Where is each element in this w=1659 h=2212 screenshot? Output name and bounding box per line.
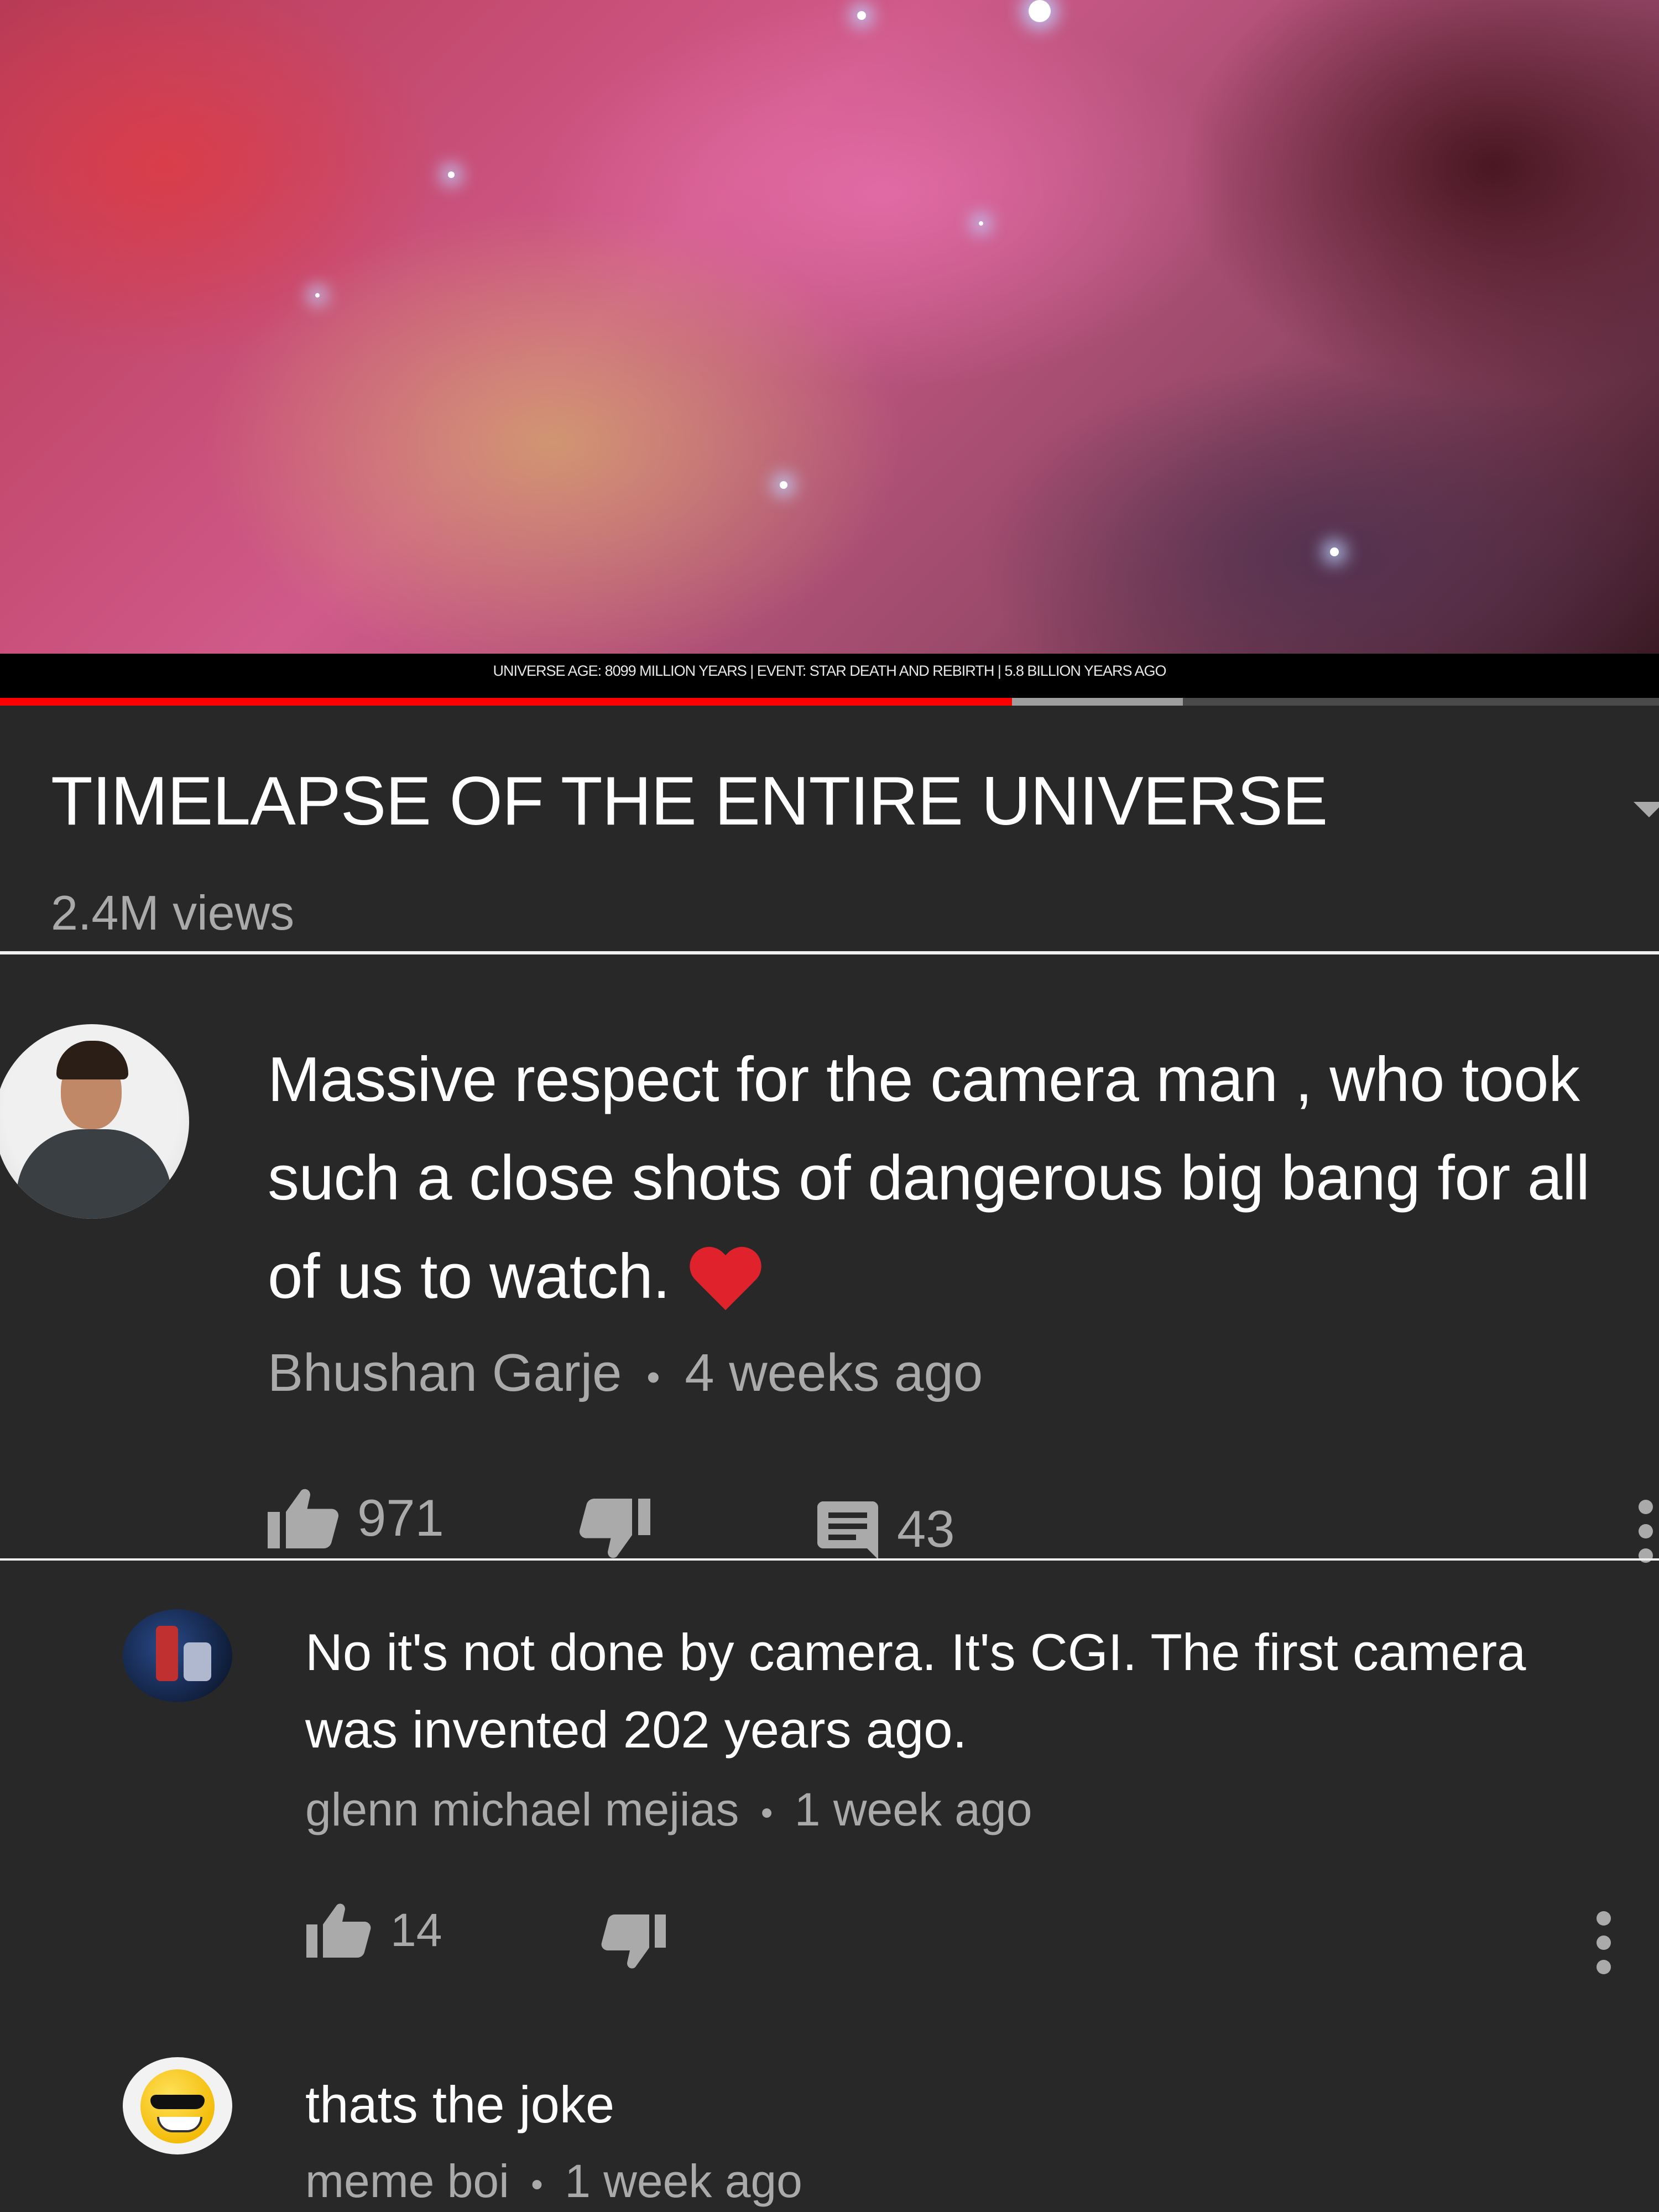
video-caption-bar: UNIVERSE AGE: 8099 MILLION YEARS | EVENT… xyxy=(0,654,1659,698)
comment-time: 4 weeks ago xyxy=(685,1343,983,1402)
heart-emoji-icon xyxy=(687,1248,764,1314)
like-button[interactable]: 14 xyxy=(305,1902,442,1958)
comment-meta: Bhushan Garje • 4 weeks ago xyxy=(268,1343,983,1404)
comment-time: 1 week ago xyxy=(565,2155,802,2207)
expand-triangle-icon[interactable] xyxy=(1634,802,1659,817)
video-title: TIMELAPSE OF THE ENTIRE UNIVERSE xyxy=(51,763,1328,839)
video-star xyxy=(1029,0,1051,22)
like-count: 971 xyxy=(357,1489,444,1547)
divider xyxy=(0,951,1659,954)
video-star xyxy=(979,221,983,226)
more-vert-icon[interactable] xyxy=(1593,1911,1615,1984)
thumbs-up-icon xyxy=(306,1903,371,1958)
comment-meta: meme boi • 1 week ago xyxy=(305,2154,802,2208)
comment-author[interactable]: glenn michael mejias xyxy=(305,1783,739,1835)
reply-text: No it's not done by camera. It's CGI. Th… xyxy=(305,1623,1526,1759)
dislike-button[interactable] xyxy=(598,1914,667,1970)
video-player[interactable] xyxy=(0,0,1659,654)
like-count: 14 xyxy=(390,1903,442,1956)
comment-meta: glenn michael mejias • 1 week ago xyxy=(305,1783,1032,1837)
avatar[interactable] xyxy=(123,1609,232,1702)
meta-separator: • xyxy=(760,1794,773,1833)
comment-time: 1 week ago xyxy=(794,1783,1032,1835)
video-caption: UNIVERSE AGE: 8099 MILLION YEARS | EVENT… xyxy=(493,662,1167,679)
comment-author[interactable]: meme boi xyxy=(305,2155,509,2207)
divider xyxy=(0,1558,1659,1561)
meta-separator: • xyxy=(646,1355,660,1399)
comment-text: Massive respect for the camera man , who… xyxy=(268,1045,1590,1312)
progress-bar[interactable] xyxy=(0,698,1659,706)
avatar[interactable] xyxy=(123,2057,232,2154)
comment-icon xyxy=(817,1501,878,1559)
video-star xyxy=(1330,547,1339,556)
like-button[interactable]: 971 xyxy=(268,1488,444,1548)
meta-separator: • xyxy=(531,2166,543,2204)
avatar[interactable] xyxy=(0,1024,189,1219)
more-vert-icon[interactable] xyxy=(1635,1500,1657,1573)
progress-played xyxy=(0,698,1012,706)
thumbs-down-icon xyxy=(601,1914,666,1969)
dislike-button[interactable] xyxy=(577,1499,650,1559)
thumbs-down-icon xyxy=(579,1499,650,1558)
video-star xyxy=(780,481,787,489)
reply-count: 43 xyxy=(897,1500,955,1558)
comment-author[interactable]: Bhushan Garje xyxy=(268,1343,622,1402)
reply-button[interactable]: 43 xyxy=(815,1499,955,1559)
view-count: 2.4M views xyxy=(51,885,295,940)
video-star xyxy=(857,11,866,20)
comment-body: Massive respect for the camera man , who… xyxy=(268,1031,1606,1326)
video-star xyxy=(448,171,455,178)
reply-text: thats the joke xyxy=(305,2075,615,2133)
thumbs-up-icon xyxy=(268,1489,339,1548)
video-star xyxy=(315,293,320,298)
